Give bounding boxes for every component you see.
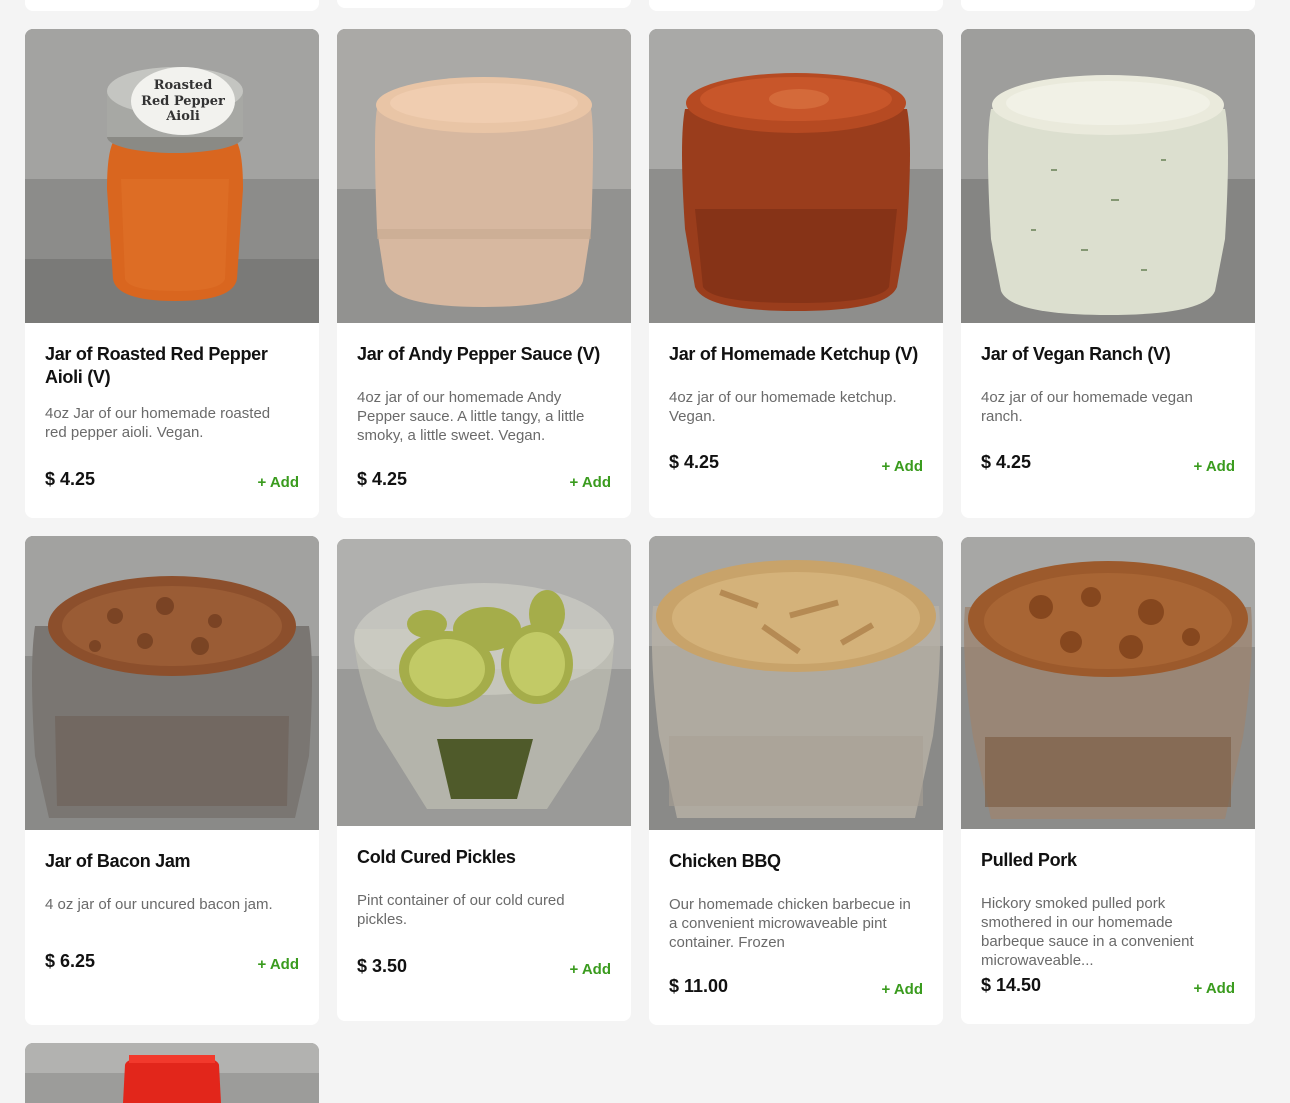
product-price: $ 3.50 — [357, 956, 408, 976]
product-price: $ 6.25 — [45, 951, 96, 971]
product-price: $ 4.25 — [669, 452, 720, 472]
product-title[interactable]: Cold Cured Pickles — [357, 846, 612, 869]
product-card[interactable]: Jar of Bacon Jam 4 oz jar of our uncured… — [25, 536, 319, 1025]
bacon-jam-jar-illustration — [25, 536, 319, 830]
product-title[interactable]: Pulled Pork — [981, 849, 1236, 872]
add-button[interactable]: + Add — [257, 956, 299, 973]
product-price: $ 14.50 — [981, 975, 1042, 995]
product-description: 4oz jar of our homemade vegan ranch. — [981, 389, 1193, 425]
product-title[interactable]: Chicken BBQ — [669, 850, 924, 873]
product-price: $ 4.25 — [357, 469, 408, 489]
add-button[interactable]: + Add — [1193, 458, 1235, 475]
product-description: Our homemade chicken barbecue in a conve… — [669, 896, 911, 951]
product-image-pickles[interactable] — [337, 539, 631, 826]
andy-pepper-jar-illustration — [337, 29, 631, 323]
product-description: 4 oz jar of our uncured bacon jam. — [45, 896, 273, 913]
product-title[interactable]: Jar of Bacon Jam — [45, 850, 300, 873]
product-image-andy-pepper-sauce[interactable] — [337, 29, 631, 323]
previous-row-card-1[interactable] — [25, 0, 319, 11]
pulled-pork-container-illustration — [961, 537, 1255, 829]
lid-label-line-3: Aioli — [165, 109, 200, 124]
product-description: 4oz jar of our homemade Andy Pepper sauc… — [357, 389, 585, 444]
product-card[interactable]: Jar of Homemade Ketchup (V) 4oz jar of o… — [649, 29, 943, 518]
product-image-pulled-pork[interactable] — [961, 537, 1255, 829]
product-card-partial[interactable] — [25, 1043, 319, 1103]
product-price: $ 11.00 — [669, 976, 729, 996]
add-button[interactable]: + Add — [257, 474, 299, 491]
chicken-bbq-container-illustration — [649, 536, 943, 830]
product-card[interactable]: Pulled Pork Hickory smoked pulled pork s… — [961, 537, 1255, 1024]
product-title[interactable]: Jar of Andy Pepper Sauce (V) — [357, 343, 612, 366]
product-card[interactable]: Jar of Andy Pepper Sauce (V) 4oz jar of … — [337, 29, 631, 518]
product-image-bacon-jam[interactable] — [25, 536, 319, 830]
product-price: $ 4.25 — [981, 452, 1032, 472]
ketchup-jar-illustration — [649, 29, 943, 323]
add-button[interactable]: + Add — [569, 961, 611, 978]
product-card[interactable]: Jar of Vegan Ranch (V) 4oz jar of our ho… — [961, 29, 1255, 518]
add-button[interactable]: + Add — [1193, 980, 1235, 997]
product-price: $ 4.25 — [45, 469, 96, 489]
next-product-image-partial — [25, 1043, 319, 1103]
product-description: 4oz Jar of our homemade roasted red pepp… — [45, 405, 271, 441]
previous-row-card-2[interactable] — [337, 0, 631, 8]
product-title[interactable]: Jar of Homemade Ketchup (V) — [669, 343, 924, 366]
add-button[interactable]: + Add — [881, 458, 923, 475]
product-image-vegan-ranch[interactable] — [961, 29, 1255, 323]
pickles-container-illustration — [337, 539, 631, 826]
product-image-ketchup[interactable] — [649, 29, 943, 323]
lid-label-line-2: Red Pepper — [141, 94, 225, 109]
product-card[interactable]: Chicken BBQ Our homemade chicken barbecu… — [649, 536, 943, 1025]
add-button[interactable]: + Add — [569, 474, 611, 491]
product-image-aioli[interactable]: Roasted Red Pepper Aioli — [25, 29, 319, 323]
product-description: Hickory smoked pulled pork smothered in … — [981, 895, 1194, 969]
previous-row-card-4[interactable] — [961, 0, 1255, 11]
add-button[interactable]: + Add — [881, 981, 923, 998]
product-title[interactable]: Jar of Vegan Ranch (V) — [981, 343, 1236, 366]
product-image-chicken-bbq[interactable] — [649, 536, 943, 830]
previous-row-card-3[interactable] — [649, 0, 943, 11]
product-card[interactable]: Roasted Red Pepper Aioli Jar of Roasted … — [25, 29, 319, 518]
ranch-jar-illustration — [961, 29, 1255, 323]
product-title[interactable]: Jar of Roasted Red Pepper Aioli (V) — [45, 343, 300, 389]
product-description: Pint container of our cold cured pickles… — [357, 892, 565, 928]
product-description: 4oz jar of our homemade ketchup. Vegan. — [669, 389, 897, 425]
product-card[interactable]: Cold Cured Pickles Pint container of our… — [337, 539, 631, 1021]
lid-label-line-1: Roasted — [154, 78, 213, 93]
aioli-jar-illustration: Roasted Red Pepper Aioli — [25, 29, 319, 323]
